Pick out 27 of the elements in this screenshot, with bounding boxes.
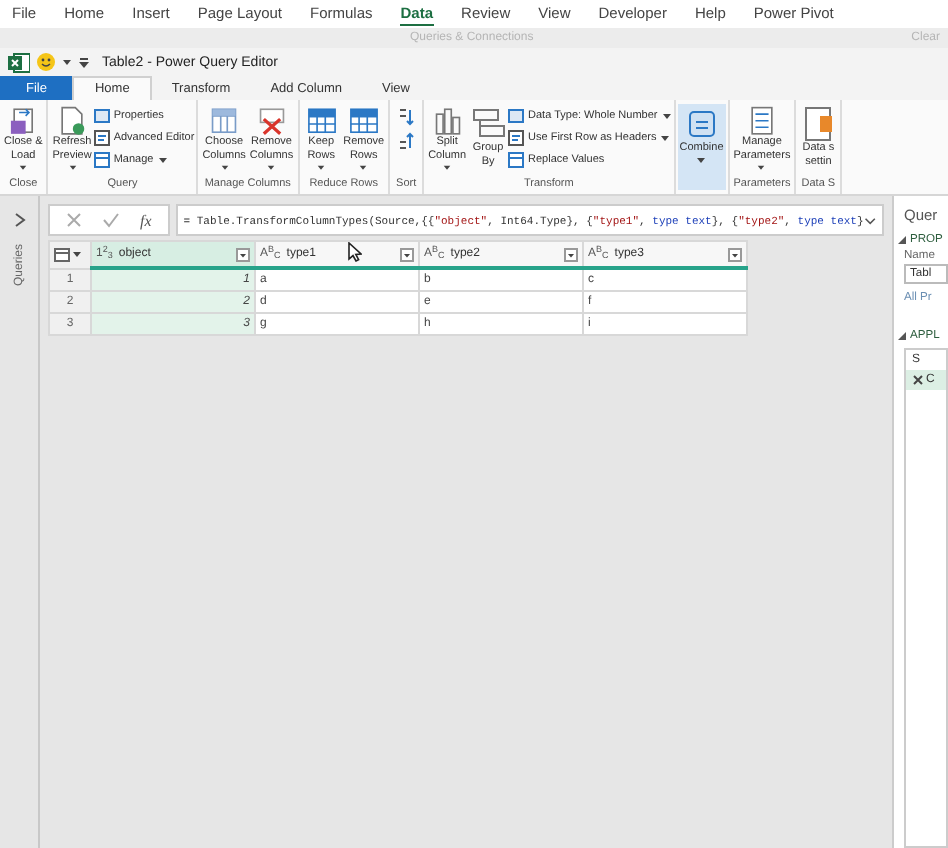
table-icon [54, 247, 70, 262]
sort-descending-icon [398, 132, 415, 150]
filter-dropdown-icon [728, 248, 742, 262]
chevron-down-icon [863, 215, 876, 225]
customize-icon [78, 55, 90, 69]
smiley-icon [36, 52, 56, 72]
ribbon-icon [800, 106, 837, 142]
filter-dropdown-icon [564, 248, 578, 262]
ribbon-icon [508, 151, 525, 167]
ribbon-icon [683, 106, 720, 142]
ribbon-icon [303, 106, 340, 136]
caret-icon [72, 250, 82, 259]
ribbon-icon [345, 106, 382, 136]
filter-dropdown-icon [236, 248, 250, 262]
sort-ascending-icon [398, 108, 415, 126]
collapse-icon [898, 332, 906, 340]
cursor-icon [348, 242, 362, 262]
function-label: fx [140, 211, 152, 229]
ribbon-icon [93, 151, 110, 167]
caret-icon [62, 58, 72, 66]
checkmark-icon [102, 212, 120, 228]
collapse-icon [898, 236, 906, 244]
table-menu-button[interactable] [54, 247, 86, 262]
delete-icon [912, 374, 924, 386]
expand-icon [13, 212, 25, 228]
filter-dropdown-icon [400, 248, 414, 262]
close-icon [66, 212, 82, 228]
